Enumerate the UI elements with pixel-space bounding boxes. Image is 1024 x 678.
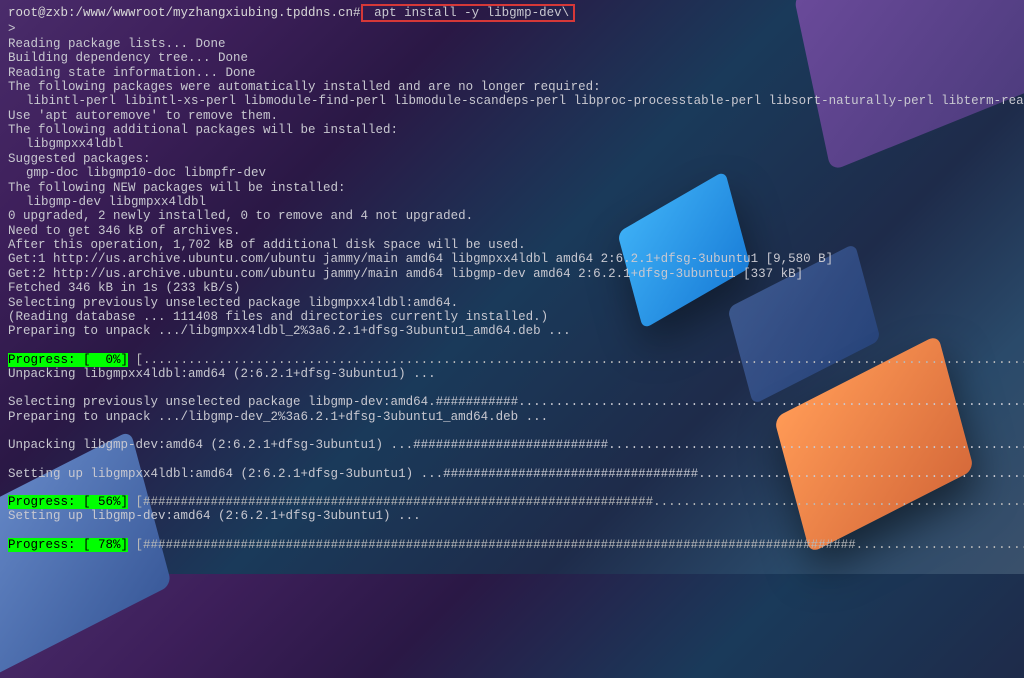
prompt-user-host: root@zxb:/www/wwwroot/myzhangxiubing.tpd… (8, 6, 361, 20)
output-line: Setting up libgmpxx4ldbl:amd64 (2:6.2.1+… (8, 467, 1016, 481)
output-line: The following NEW packages will be insta… (8, 181, 1016, 195)
output-line: Setting up libgmp-dev:amd64 (2:6.2.1+dfs… (8, 509, 1016, 523)
output-line-indented: libgmp-dev libgmpxx4ldbl (8, 195, 1016, 209)
progress-bar-line: Progress: [ 0%] [.......................… (8, 353, 1016, 367)
progress-label: Progress: [ 0%] (8, 353, 128, 367)
continuation-prompt: > (8, 22, 1016, 36)
progress-track: [#######################################… (128, 538, 1024, 552)
output-line: Fetched 346 kB in 1s (233 kB/s) (8, 281, 1016, 295)
output-line: Preparing to unpack .../libgmpxx4ldbl_2%… (8, 324, 1016, 338)
output-line: Reading package lists... Done (8, 37, 1016, 51)
progress-label: Progress: [ 56%] (8, 495, 128, 509)
output-line: The following additional packages will b… (8, 123, 1016, 137)
progress-track: [#######################################… (128, 495, 1024, 509)
progress-bar-line: Progress: [ 56%] [######################… (8, 495, 1016, 509)
output-line: Selecting previously unselected package … (8, 296, 1016, 310)
output-line: (Reading database ... 111408 files and d… (8, 310, 1016, 324)
output-line: The following packages were automaticall… (8, 80, 1016, 94)
progress-bar-line: Progress: [ 78%] [######################… (8, 538, 1016, 552)
output-line: Building dependency tree... Done (8, 51, 1016, 65)
output-line: Unpacking libgmpxx4ldbl:amd64 (2:6.2.1+d… (8, 367, 1016, 381)
output-line: Reading state information... Done (8, 66, 1016, 80)
output-line: Get:1 http://us.archive.ubuntu.com/ubunt… (8, 252, 1016, 266)
output-line: 0 upgraded, 2 newly installed, 0 to remo… (8, 209, 1016, 223)
progress-track: [.......................................… (128, 353, 1024, 367)
output-line: Selecting previously unselected package … (8, 395, 1016, 409)
output-line: Get:2 http://us.archive.ubuntu.com/ubunt… (8, 267, 1016, 281)
output-line: Preparing to unpack .../libgmp-dev_2%3a6… (8, 410, 1016, 424)
output-line: After this operation, 1,702 kB of additi… (8, 238, 1016, 252)
output-line: Need to get 346 kB of archives. (8, 224, 1016, 238)
output-line: Suggested packages: (8, 152, 1016, 166)
prompt-line: root@zxb:/www/wwwroot/myzhangxiubing.tpd… (8, 4, 1016, 22)
output-line-indented: libintl-perl libintl-xs-perl libmodule-f… (8, 94, 1016, 108)
terminal-output[interactable]: root@zxb:/www/wwwroot/myzhangxiubing.tpd… (0, 0, 1024, 556)
output-line-indented: gmp-doc libgmp10-doc libmpfr-dev (8, 166, 1016, 180)
progress-label: Progress: [ 78%] (8, 538, 128, 552)
output-line: Use 'apt autoremove' to remove them. (8, 109, 1016, 123)
command-highlight-box: apt install -y libgmp-dev\ (361, 4, 576, 22)
output-line: Unpacking libgmp-dev:amd64 (2:6.2.1+dfsg… (8, 438, 1016, 452)
output-line-indented: libgmpxx4ldbl (8, 137, 1016, 151)
